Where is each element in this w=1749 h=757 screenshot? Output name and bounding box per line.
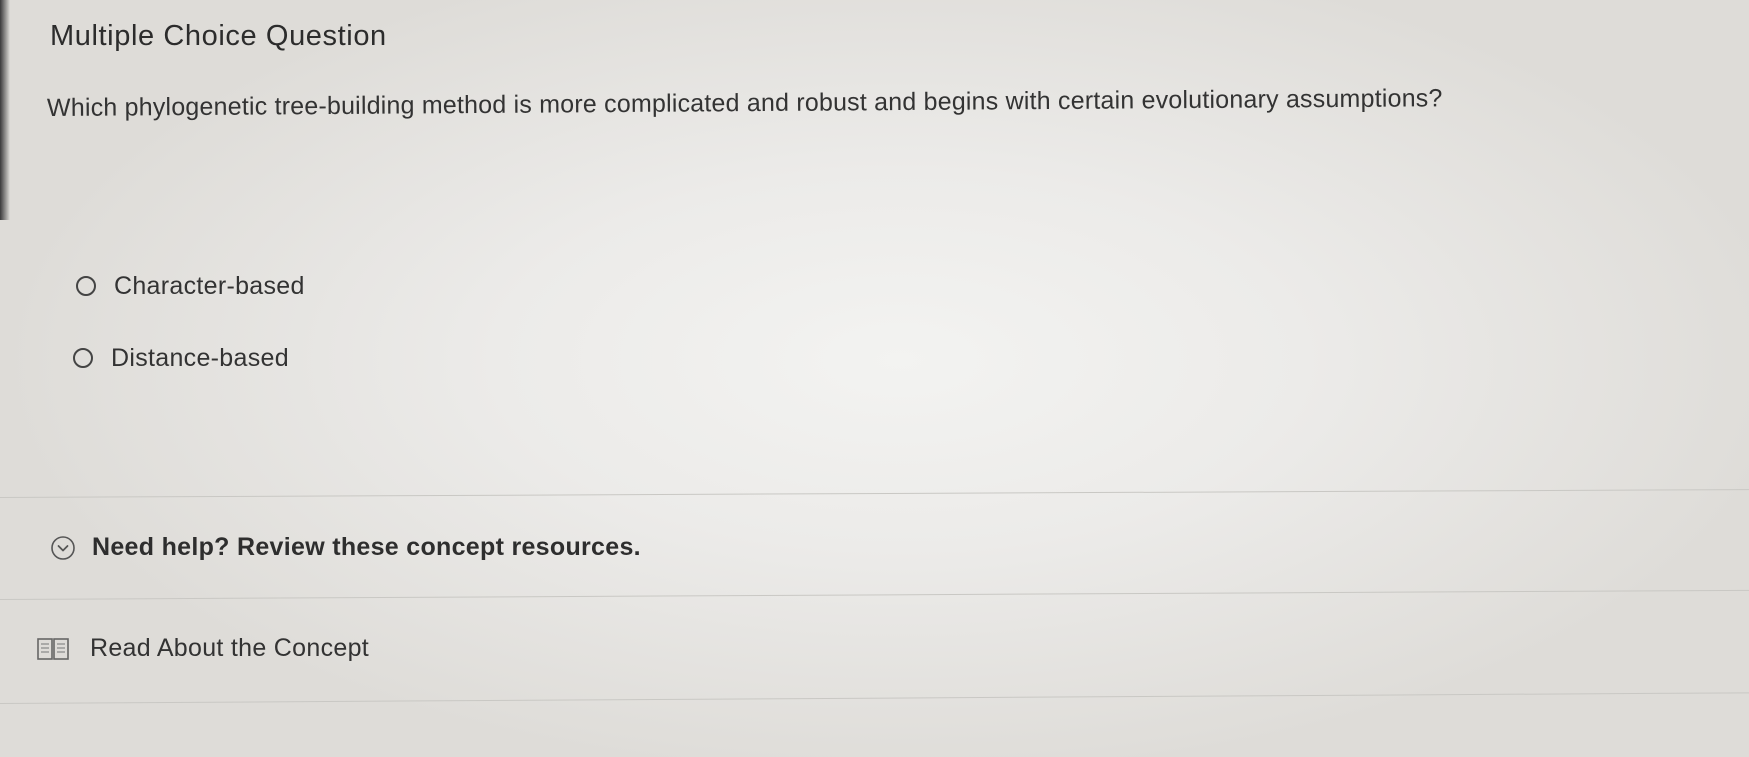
radio-button[interactable] <box>76 276 96 296</box>
question-panel: Multiple Choice Question Which phylogene… <box>0 0 1749 757</box>
divider <box>0 489 1749 498</box>
concept-resources-label: Need help? Review these concept resource… <box>92 533 641 561</box>
book-icon <box>37 637 69 660</box>
divider <box>0 692 1749 704</box>
chevron-down-circle-icon <box>51 535 75 560</box>
question-type-heading: Multiple Choice Question <box>50 20 387 52</box>
answer-option-distance-based[interactable]: Distance-based <box>73 340 305 376</box>
question-prompt: Which phylogenetic tree-building method … <box>46 84 1443 122</box>
read-about-concept-label: Read About the Concept <box>90 634 370 662</box>
divider <box>0 589 1749 600</box>
answer-option-label: Character-based <box>114 271 305 300</box>
radio-button[interactable] <box>73 348 93 368</box>
read-about-concept-link[interactable]: Read About the Concept <box>36 634 369 663</box>
concept-resources-toggle[interactable]: Need help? Review these concept resource… <box>50 533 641 562</box>
window-edge-shadow <box>0 0 10 220</box>
answer-option-character-based[interactable]: Character-based <box>76 268 305 304</box>
answer-option-label: Distance-based <box>111 343 289 372</box>
answer-options: Character-based Distance-based <box>73 268 305 412</box>
